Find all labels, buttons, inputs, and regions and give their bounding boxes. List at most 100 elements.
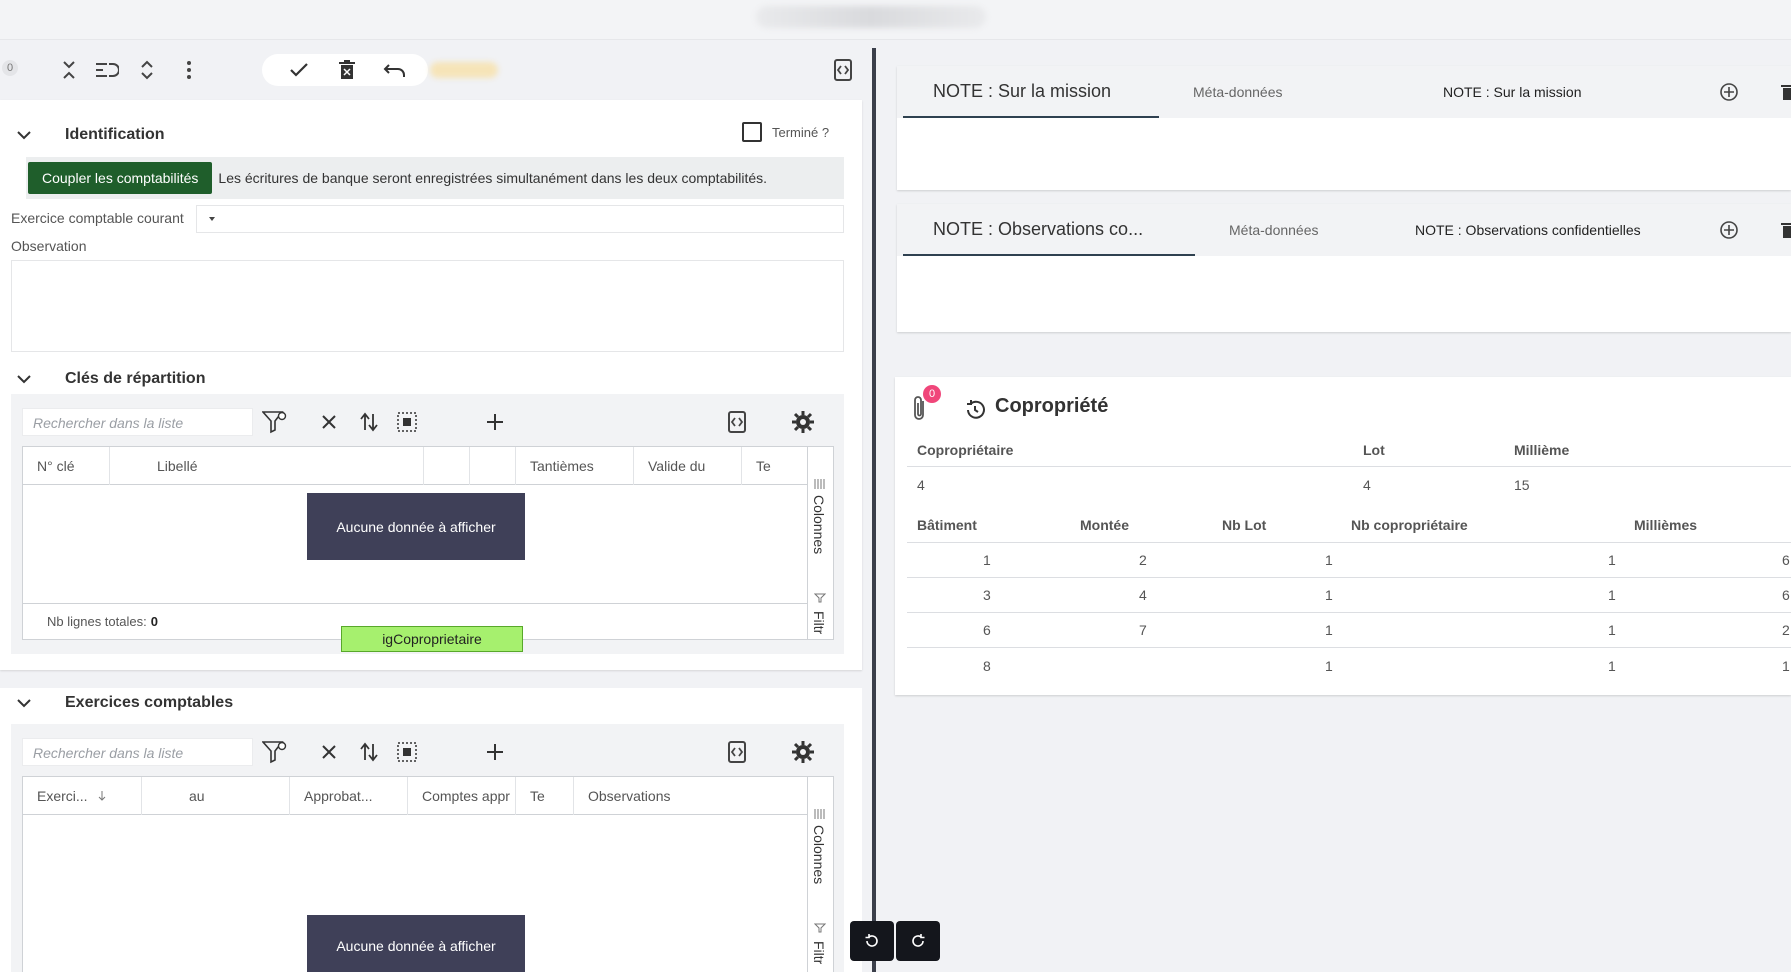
col-header[interactable] xyxy=(109,447,143,485)
cell-milliemes: 2 xyxy=(1782,622,1790,638)
gear-icon[interactable] xyxy=(789,408,817,436)
chevron-down-icon[interactable] xyxy=(16,695,32,711)
select-all-icon[interactable] xyxy=(393,738,421,766)
note-panel-observations: NOTE : Observations co... Méta-données N… xyxy=(897,204,1791,332)
col-header[interactable]: Te xyxy=(741,447,807,485)
cell-montee: 7 xyxy=(1139,622,1147,638)
total-rows-label: Nb lignes totales: xyxy=(47,614,147,629)
history-buttons xyxy=(850,921,940,961)
header-montee: Montée xyxy=(1080,517,1129,533)
tab-note-title[interactable]: NOTE : Observations confidentielles xyxy=(1415,204,1641,256)
cell-montee: 4 xyxy=(1139,587,1147,603)
no-data-message: Aucune donnée à afficher xyxy=(307,915,525,972)
wrap-icon[interactable] xyxy=(90,52,124,88)
filter-icon xyxy=(814,593,826,603)
col-header[interactable] xyxy=(141,777,175,815)
add-icon[interactable] xyxy=(481,738,509,766)
note-tabs: NOTE : Sur la mission Méta-données NOTE … xyxy=(897,66,1791,118)
rotate-right-icon xyxy=(912,934,925,947)
clear-icon[interactable] xyxy=(315,738,343,766)
search-input[interactable]: Rechercher dans la liste xyxy=(22,408,253,436)
section-title: Identification xyxy=(65,126,165,143)
divider xyxy=(907,542,1791,543)
rotate-right-button[interactable] xyxy=(896,921,940,961)
filter-settings-icon[interactable] xyxy=(261,738,289,766)
section-title: Clés de répartition xyxy=(65,370,206,387)
filter-settings-icon[interactable] xyxy=(261,408,289,436)
cell-milliemes: 1 xyxy=(1782,658,1790,674)
rotate-left-icon xyxy=(865,934,878,947)
code-toggle-icon[interactable] xyxy=(826,52,860,88)
checkbox-icon[interactable] xyxy=(742,122,762,142)
col-header[interactable]: Comptes appr xyxy=(407,777,515,815)
columns-tab[interactable]: Colonnes xyxy=(811,495,827,554)
clear-icon[interactable] xyxy=(315,408,343,436)
expand-icon[interactable] xyxy=(130,52,164,88)
check-icon[interactable] xyxy=(282,52,316,88)
exercice-select[interactable] xyxy=(196,205,844,233)
header-millieme: Millième xyxy=(1514,442,1570,458)
header-nb-coproprietaire: Nb copropriétaire xyxy=(1351,517,1468,533)
columns-tab[interactable]: Colonnes xyxy=(811,825,827,884)
couple-info-bar: Coupler les comptabilités Les écritures … xyxy=(26,157,844,199)
cles-grid-panel: Rechercher dans la liste N° clé Libellé xyxy=(11,394,844,654)
trash-icon[interactable] xyxy=(1781,222,1791,238)
col-header[interactable]: au xyxy=(175,777,289,815)
cles-header[interactable]: Clés de répartition xyxy=(0,364,862,394)
tab-note-title[interactable]: NOTE : Sur la mission xyxy=(1443,66,1581,118)
tab-meta[interactable]: Méta-données xyxy=(1193,66,1283,118)
col-header[interactable]: Observations xyxy=(573,777,807,815)
col-header[interactable]: Exerci... xyxy=(23,777,141,815)
undo-icon[interactable] xyxy=(378,52,412,88)
col-header[interactable] xyxy=(423,447,469,485)
divider xyxy=(907,647,1791,648)
code-toggle-icon[interactable] xyxy=(723,408,751,436)
grid-side-panel: Colonnes Filtr xyxy=(807,447,833,639)
exercice-label: Exercice comptable courant xyxy=(11,210,184,226)
add-icon[interactable] xyxy=(481,408,509,436)
add-circle-icon[interactable] xyxy=(1719,220,1739,240)
cell-milliemes: 6 xyxy=(1782,587,1790,603)
sort-icon[interactable] xyxy=(355,738,383,766)
observation-textarea[interactable] xyxy=(11,260,844,352)
col-header[interactable]: Approbat... xyxy=(289,777,407,815)
cell-nb-copro: 1 xyxy=(1608,622,1616,638)
filters-tab[interactable]: Filtr xyxy=(811,941,827,964)
cell-nb-lot: 1 xyxy=(1325,587,1333,603)
copropriete-panel: 0 Copropriété Copropriétaire Lot Millièm… xyxy=(895,377,1791,695)
tab-meta[interactable]: Méta-données xyxy=(1229,204,1319,256)
attachments-count-badge[interactable]: 0 xyxy=(2,60,19,76)
chevron-down-icon[interactable] xyxy=(16,127,32,143)
panel-splitter[interactable] xyxy=(872,48,876,972)
col-header[interactable]: N° clé xyxy=(23,447,109,485)
gear-icon[interactable] xyxy=(789,738,817,766)
col-header[interactable]: Tantièmes xyxy=(515,447,633,485)
tab-note-active[interactable]: NOTE : Observations co... xyxy=(903,204,1195,256)
trash-icon[interactable] xyxy=(1781,84,1791,100)
chevron-down-icon[interactable] xyxy=(16,371,32,387)
identification-header[interactable]: Identification xyxy=(0,120,862,150)
rotate-left-button[interactable] xyxy=(850,921,894,961)
tab-note-active[interactable]: NOTE : Sur la mission xyxy=(903,66,1159,118)
col-header[interactable]: Valide du xyxy=(633,447,741,485)
header-coproprietaire: Copropriétaire xyxy=(917,442,1014,458)
delete-icon[interactable] xyxy=(330,52,364,88)
select-all-icon[interactable] xyxy=(393,408,421,436)
code-toggle-icon[interactable] xyxy=(723,738,751,766)
exercices-header[interactable]: Exercices comptables xyxy=(0,688,862,718)
col-header[interactable]: Libellé xyxy=(143,447,423,485)
col-header[interactable]: Te xyxy=(515,777,573,815)
sort-icon[interactable] xyxy=(355,408,383,436)
filters-tab[interactable]: Filtr xyxy=(811,611,827,634)
columns-icon xyxy=(814,809,825,819)
couple-info-text: Les écritures de banque seront enregistr… xyxy=(218,170,768,186)
history-icon[interactable] xyxy=(963,398,987,422)
more-vert-icon[interactable] xyxy=(172,52,206,88)
termine-checkbox[interactable]: Terminé ? xyxy=(742,122,829,142)
search-input[interactable]: Rechercher dans la liste xyxy=(22,738,253,766)
collapse-all-icon[interactable] xyxy=(52,52,86,88)
col-header[interactable] xyxy=(469,447,515,485)
add-circle-icon[interactable] xyxy=(1719,82,1739,102)
divider xyxy=(907,577,1791,578)
couple-comptabilites-button[interactable]: Coupler les comptabilités xyxy=(28,162,213,194)
